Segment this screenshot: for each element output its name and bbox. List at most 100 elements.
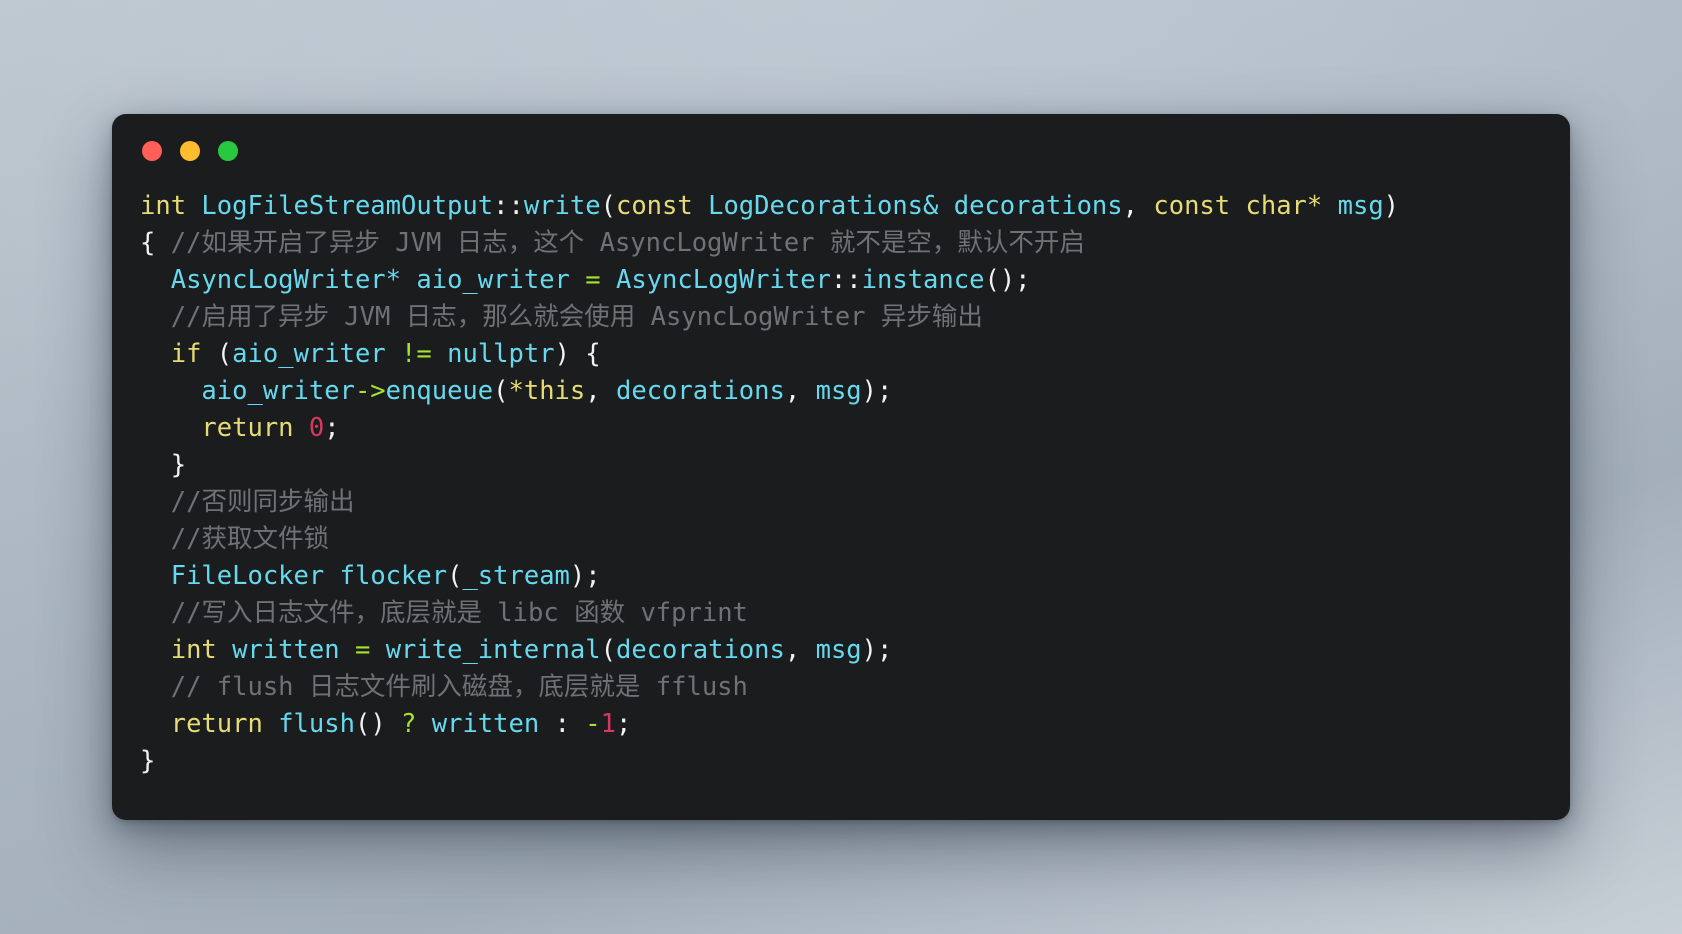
code-token: // [170, 524, 202, 554]
code-token: // [170, 487, 202, 517]
code-token: written [431, 709, 540, 739]
code-token: () [354, 709, 402, 739]
code-token: AsyncLogWriter [615, 265, 831, 295]
code-token: libc [481, 598, 575, 628]
close-button-icon[interactable] [142, 141, 162, 161]
code-token: 获取文件锁 [201, 524, 329, 554]
code-token: msg [1337, 191, 1384, 221]
code-token: FileLocker [170, 561, 325, 591]
code-token: 异步输出 [880, 302, 983, 332]
code-token: // flush [170, 672, 309, 702]
code-line: FileLocker flocker(_stream); [140, 558, 1570, 595]
code-token: msg [815, 376, 862, 406]
code-token: { [140, 228, 171, 258]
code-token: 函数 [574, 598, 626, 628]
code-token: ); [861, 376, 893, 406]
code-token: aio_writer [232, 339, 386, 369]
code-token: int [170, 635, 217, 665]
code-line: return flush() ? written : -1; [140, 706, 1570, 743]
code-token: ( [201, 339, 233, 369]
code-token: 如果开启了异步 [201, 228, 380, 258]
code-token: return [201, 413, 294, 443]
code-token: _stream [462, 561, 570, 591]
code-token: enqueue [385, 376, 494, 406]
code-token: nullptr [447, 339, 555, 369]
code-token: write_internal [385, 635, 601, 665]
code-line: //启用了异步 JVM 日志，那么就会使用 AsyncLogWriter 异步输… [140, 299, 1570, 336]
code-token: write [523, 191, 601, 221]
code-token: decorations [615, 376, 785, 406]
code-token: return [170, 709, 263, 739]
code-line: } [140, 743, 1570, 780]
code-token: aio_writer [201, 376, 355, 406]
code-token: : [539, 709, 586, 739]
code-token: LogDecorations& [708, 191, 939, 221]
code-token: written [232, 635, 340, 665]
code-line: //否则同步输出 [140, 484, 1570, 521]
code-token: , [585, 376, 601, 406]
code-token: ( [447, 561, 463, 591]
code-token: :: [493, 191, 524, 221]
minimize-button-icon[interactable] [180, 141, 200, 161]
code-token: decorations [615, 635, 785, 665]
code-token: LogFileStreamOutput [201, 191, 494, 221]
code-token: decorations [953, 191, 1123, 221]
code-token: } [140, 450, 187, 480]
code-block[interactable]: int LogFileStreamOutput::write(const Log… [112, 188, 1570, 780]
code-line: if (aio_writer != nullptr) { [140, 336, 1570, 373]
code-token: // [170, 228, 202, 258]
code-token: , [784, 635, 801, 665]
code-token: *this [508, 376, 586, 406]
code-line: int written = write_internal(decorations… [140, 632, 1570, 669]
code-token: 日志，那么就会使用 [405, 302, 636, 332]
code-token: , [1122, 191, 1138, 221]
code-token: ( [600, 191, 616, 221]
code-line: { //如果开启了异步 JVM 日志，这个 AsyncLogWriter 就不是… [140, 225, 1570, 262]
code-token: fflush [640, 672, 748, 702]
code-token: (); [984, 265, 1031, 295]
code-token: ); [861, 635, 893, 665]
code-window: int LogFileStreamOutput::write(const Log… [112, 114, 1570, 820]
code-token: ( [600, 635, 616, 665]
code-token: :: [830, 265, 862, 295]
code-token: - [585, 709, 601, 739]
code-token: instance [861, 265, 985, 295]
code-line: } [140, 447, 1570, 484]
code-token: ; [324, 413, 340, 443]
code-token: 日志，这个 [456, 228, 585, 258]
code-token: } [140, 746, 156, 776]
code-token: const [1153, 191, 1231, 221]
code-line: //获取文件锁 [140, 521, 1570, 558]
maximize-button-icon[interactable] [218, 141, 238, 161]
code-token: // [170, 598, 202, 628]
code-token: char* [1245, 191, 1323, 221]
code-token: int [140, 191, 187, 221]
code-token: 否则同步输出 [201, 487, 355, 517]
code-token: ) { [554, 339, 601, 369]
code-token: 就不是空，默认不开启 [829, 228, 1085, 258]
window-titlebar [112, 114, 1570, 188]
code-token: ( [493, 376, 509, 406]
code-token: ); [569, 561, 601, 591]
code-token: JVM [328, 302, 406, 332]
